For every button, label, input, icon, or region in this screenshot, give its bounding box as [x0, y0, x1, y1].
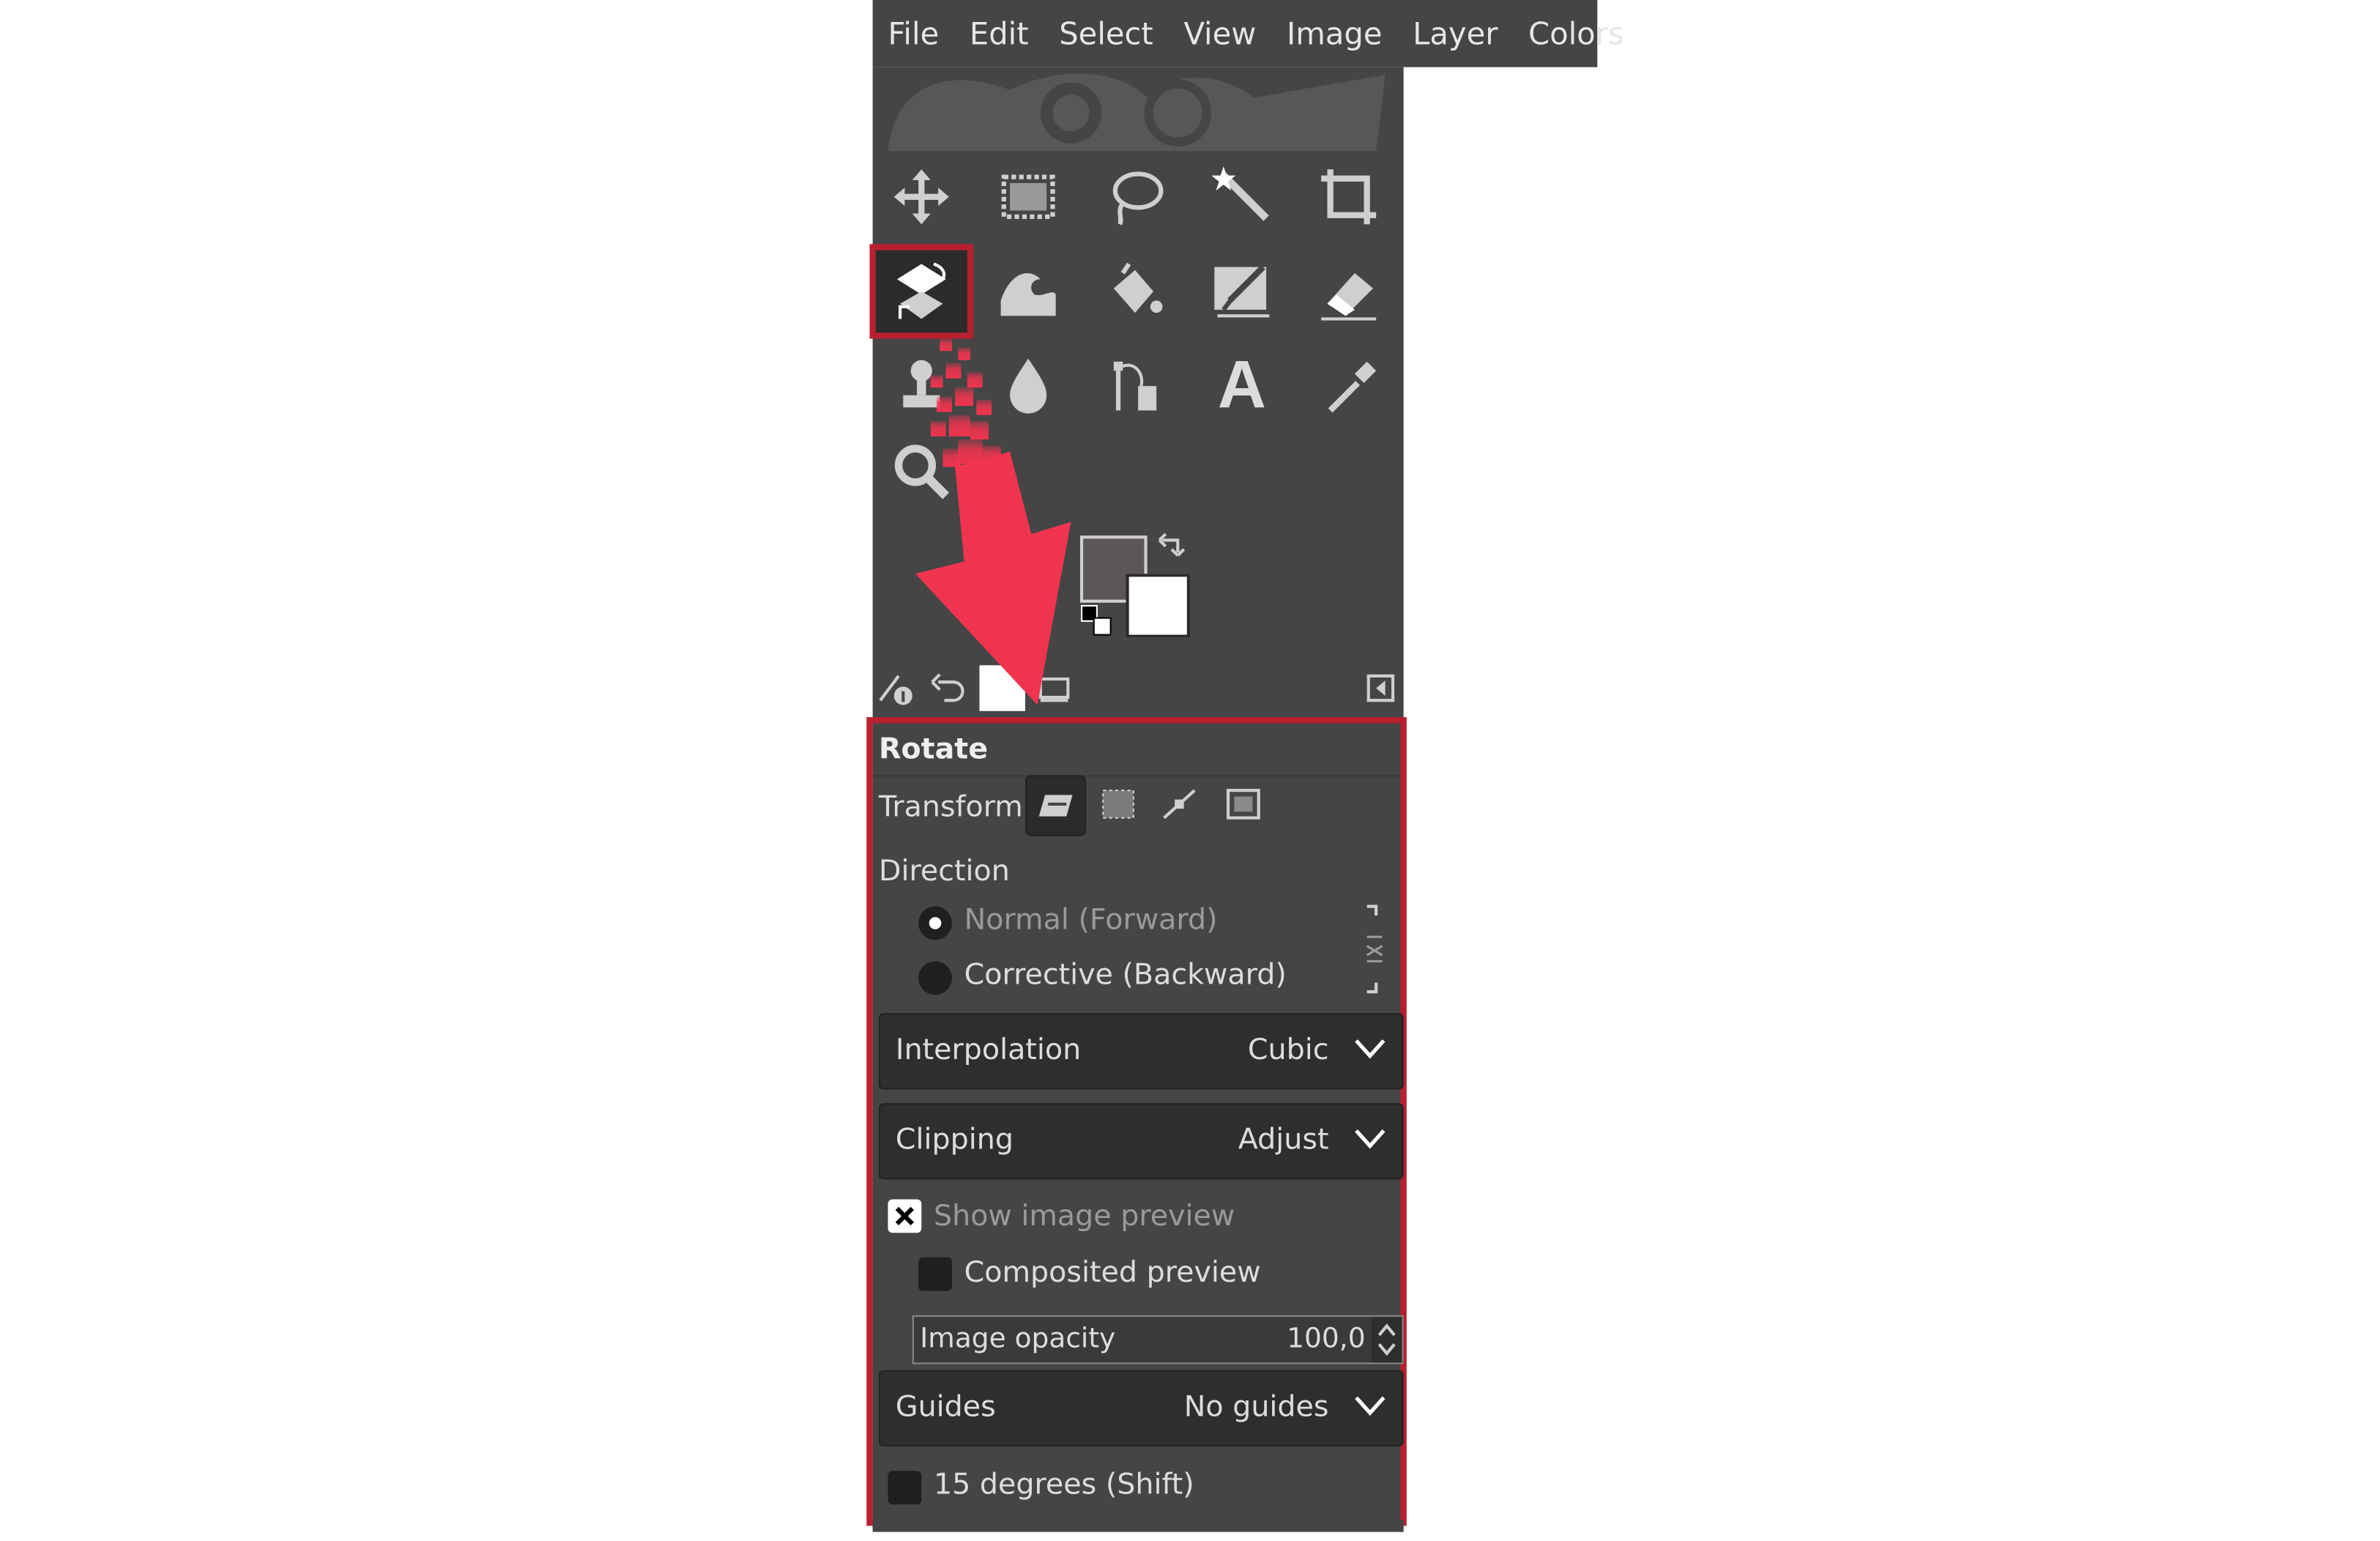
- image-opacity-value: 100,0: [1287, 1323, 1366, 1355]
- menu-colors[interactable]: Colors: [1513, 15, 1639, 52]
- toolbox: A Rotate Transform: Direction Normal (Fo…: [866, 67, 1407, 1529]
- chevron-down-icon: [1355, 1396, 1386, 1416]
- spin-arrows[interactable]: [1371, 1316, 1402, 1363]
- direction-normal-label: Normal (Forward): [964, 903, 1218, 937]
- guides-value: No guides: [1183, 1389, 1329, 1424]
- menu-file[interactable]: File: [873, 15, 954, 52]
- spin-arrows-icon: [1377, 1323, 1396, 1356]
- move-tool-icon[interactable]: [873, 152, 970, 241]
- transform-layer-button[interactable]: [1024, 775, 1087, 836]
- wilber-logo: [888, 73, 1386, 152]
- image-opacity-label: Image opacity: [920, 1323, 1116, 1355]
- direction-label: Direction: [878, 854, 1010, 888]
- background-color-swatch[interactable]: [1126, 573, 1190, 638]
- fifteen-degrees-label: 15 degrees (Shift): [933, 1468, 1194, 1501]
- menubar: File Edit Select View Image Layer Colors: [872, 0, 1624, 67]
- composited-preview-checkbox[interactable]: [918, 1257, 952, 1291]
- fifteen-degrees-checkbox[interactable]: [888, 1471, 922, 1505]
- interpolation-value: Cubic: [1247, 1033, 1329, 1067]
- clipping-combo[interactable]: Clipping Adjust: [878, 1103, 1404, 1180]
- chevron-down-icon: [1355, 1129, 1386, 1149]
- menu-edit[interactable]: Edit: [954, 15, 1044, 52]
- interpolation-combo[interactable]: Interpolation Cubic: [878, 1013, 1404, 1090]
- color-picker-tool-icon[interactable]: [1300, 342, 1397, 431]
- crop-tool-icon[interactable]: [1300, 152, 1397, 241]
- clipping-label: Clipping: [895, 1123, 1014, 1157]
- guides-combo[interactable]: Guides No guides: [878, 1370, 1404, 1447]
- chain-link-icon[interactable]: [1361, 903, 1388, 995]
- menu-image[interactable]: Image: [1271, 15, 1397, 52]
- eraser-tool-icon[interactable]: [1300, 247, 1397, 335]
- show-preview-label: Show image preview: [933, 1199, 1235, 1233]
- transform-path-button[interactable]: [1150, 775, 1208, 833]
- swap-colors-icon[interactable]: [1156, 531, 1187, 562]
- tool-options-title: Rotate: [878, 732, 989, 766]
- clipping-value: Adjust: [1238, 1123, 1329, 1157]
- guides-label: Guides: [895, 1389, 996, 1424]
- direction-corrective-label: Corrective (Backward): [964, 958, 1287, 992]
- chevron-down-icon: [1355, 1039, 1386, 1059]
- paintbrush-tool-icon[interactable]: [1193, 247, 1290, 335]
- menu-view[interactable]: View: [1169, 15, 1272, 52]
- direction-normal-radio[interactable]: [918, 906, 952, 940]
- free-select-tool-icon[interactable]: [1086, 152, 1183, 241]
- transform-image-button[interactable]: [1214, 775, 1272, 833]
- transform-label: Transform:: [878, 790, 1033, 824]
- tool-options-panel: Rotate Transform: Direction Normal (Forw…: [866, 717, 1407, 1526]
- menu-layer[interactable]: Layer: [1397, 15, 1513, 52]
- text-tool-icon[interactable]: A: [1193, 342, 1290, 431]
- image-opacity-spinbutton[interactable]: Image opacity 100,0: [912, 1315, 1404, 1364]
- fuzzy-select-tool-icon[interactable]: [1193, 152, 1290, 241]
- direction-corrective-radio[interactable]: [918, 961, 952, 995]
- rect-select-tool-icon[interactable]: [979, 152, 1076, 241]
- red-arrow-annotation: [915, 338, 1071, 705]
- menu-select[interactable]: Select: [1044, 15, 1168, 52]
- gimp-screenshot: File Edit Select View Image Layer Colors: [0, 0, 2380, 1541]
- transform-selection-button[interactable]: [1089, 775, 1147, 833]
- composited-preview-label: Composited preview: [964, 1255, 1261, 1290]
- text-tool-glyph: A: [1217, 347, 1266, 423]
- toolbox-bottom-edge: [872, 1519, 1404, 1532]
- interpolation-label: Interpolation: [895, 1033, 1082, 1067]
- dock-menu-icon[interactable]: [1358, 665, 1403, 710]
- show-preview-checkbox[interactable]: [888, 1199, 922, 1233]
